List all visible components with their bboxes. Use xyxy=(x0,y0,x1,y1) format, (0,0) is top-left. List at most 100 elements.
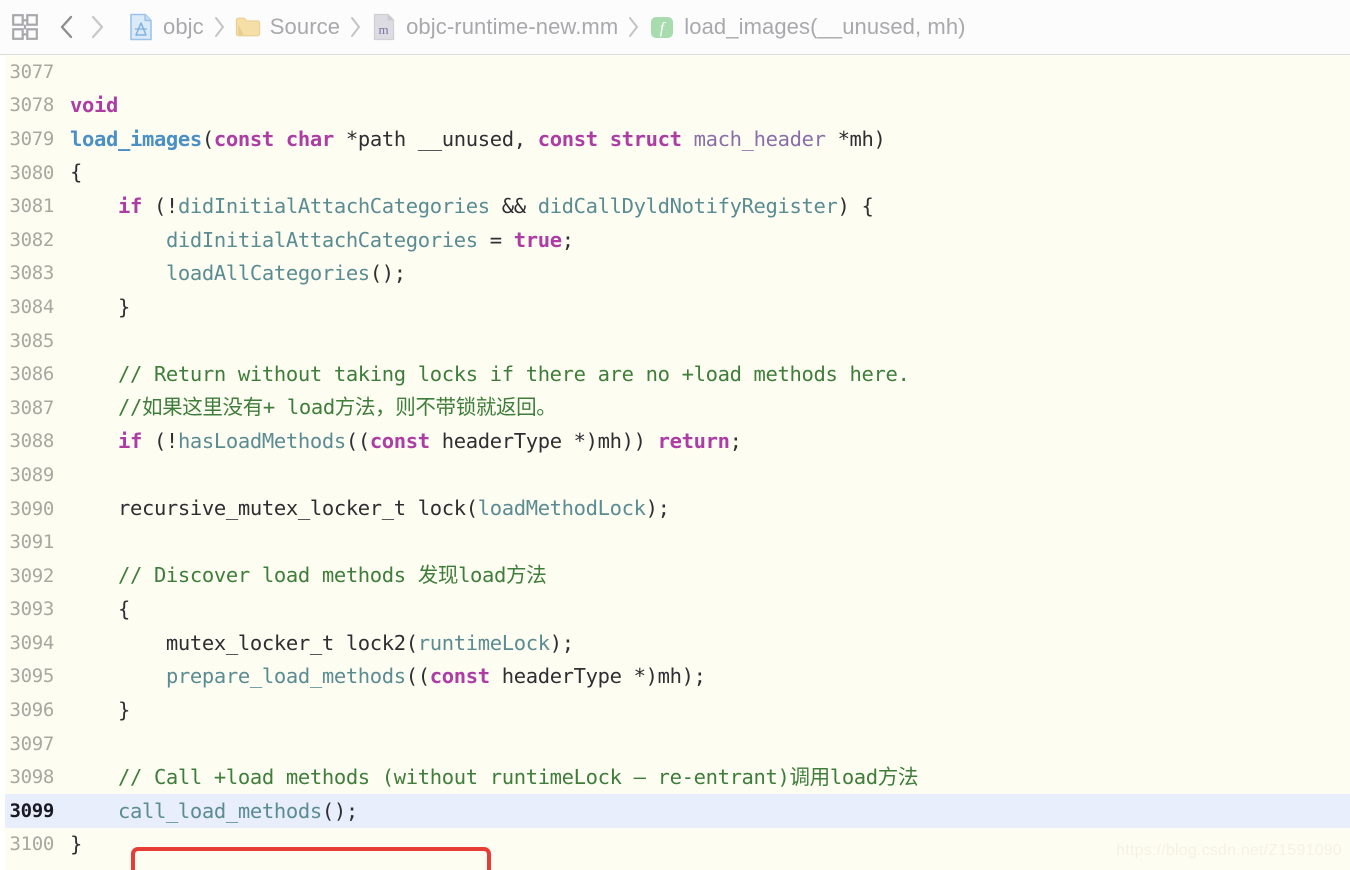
back-button[interactable] xyxy=(54,12,80,42)
code-token: call_load_methods xyxy=(117,798,322,823)
line-number: 3087 xyxy=(9,396,54,419)
code-text[interactable]: load_images(const char *path __unused, c… xyxy=(70,126,1350,151)
code-token: = xyxy=(477,227,514,252)
code-token: mutex_locker_t lock2( xyxy=(70,630,418,655)
code-token: didCallDyldNotifyRegister xyxy=(537,193,838,218)
code-row[interactable]: 3093 { xyxy=(0,593,1350,627)
line-number: 3084 xyxy=(9,295,54,318)
code-text[interactable]: prepare_load_methods((const headerType *… xyxy=(70,666,1350,687)
code-row[interactable]: 3096 } xyxy=(0,693,1350,727)
code-row[interactable]: 3088 if (!hasLoadMethods((const headerTy… xyxy=(0,425,1350,459)
code-row[interactable]: 3081 if (!didInitialAttachCategories && … xyxy=(0,189,1350,223)
code-row[interactable]: 3085 xyxy=(0,324,1350,358)
breadcrumb-item-symbol[interactable]: f load_images(__unused, mh) xyxy=(649,10,966,44)
code-row[interactable]: 3087 //如果这里没有+ load方法，则不带锁就返回。 xyxy=(0,391,1350,425)
code-text[interactable]: // Call +load methods (without runtimeLo… xyxy=(70,767,1350,788)
code-row[interactable]: 3097 xyxy=(0,727,1350,761)
code-text[interactable]: loadAllCategories(); xyxy=(70,263,1350,284)
code-row[interactable]: 3092 // Discover load methods 发现load方法 xyxy=(0,559,1350,593)
line-number: 3085 xyxy=(9,329,54,352)
code-token: hasLoadMethods xyxy=(177,429,346,454)
code-row[interactable]: 3082 didInitialAttachCategories = true; xyxy=(0,223,1350,257)
forward-button[interactable] xyxy=(84,12,110,42)
code-row[interactable]: 3098 // Call +load methods (without runt… xyxy=(0,760,1350,794)
code-text[interactable]: } xyxy=(70,700,1350,721)
code-row[interactable]: 3078 void xyxy=(0,89,1350,123)
code-token: (! xyxy=(141,193,178,218)
code-row[interactable]: 3086 // Return without taking locks if t… xyxy=(0,357,1350,391)
code-token: struct xyxy=(609,126,682,151)
xcode-project-icon xyxy=(130,13,152,41)
code-token: if xyxy=(117,193,142,218)
code-token: // Call +load methods (without runtimeLo… xyxy=(117,765,919,790)
jump-bar: objc Source m objc-runtime-new.mm f load… xyxy=(0,0,1350,55)
code-text[interactable]: didInitialAttachCategories = true; xyxy=(70,227,1350,252)
line-number: 3098 xyxy=(9,766,54,789)
breadcrumb-separator xyxy=(349,15,362,39)
code-row[interactable]: 3079 load_images(const char *path __unuse… xyxy=(0,122,1350,156)
breadcrumb-item-folder[interactable]: Source xyxy=(235,10,340,44)
code-row[interactable]: 3089 xyxy=(0,458,1350,492)
code-token: (! xyxy=(141,429,178,454)
code-token: const xyxy=(429,664,490,689)
code-token: { xyxy=(70,160,82,185)
breadcrumb-item-file[interactable]: m objc-runtime-new.mm xyxy=(371,10,618,44)
breadcrumb-label-symbol: load_images(__unused, mh) xyxy=(684,14,966,39)
code-token: didInitialAttachCategories xyxy=(165,227,478,252)
code-text[interactable]: } xyxy=(70,294,1350,319)
code-text[interactable]: recursive_mutex_locker_t lock(loadMethod… xyxy=(70,498,1350,519)
code-token: { xyxy=(70,597,130,622)
code-text[interactable]: //如果这里没有+ load方法，则不带锁就返回。 xyxy=(70,397,1350,418)
code-text[interactable]: if (!hasLoadMethods((const headerType *)… xyxy=(70,431,1350,452)
code-row[interactable]: 3094 mutex_locker_t lock2(runtimeLock); xyxy=(0,626,1350,660)
code-token: *mh) xyxy=(825,126,886,151)
code-row-current[interactable]: 3099 call_load_methods(); xyxy=(0,794,1350,828)
grid-squares-icon[interactable] xyxy=(12,14,38,40)
code-text[interactable]: { xyxy=(70,162,1350,183)
line-number: 3078 xyxy=(9,94,54,117)
code-token: headerType *)mh)) xyxy=(429,429,658,454)
objc-file-icon: m xyxy=(373,13,395,41)
code-row[interactable]: 3095 prepare_load_methods((const headerT… xyxy=(0,660,1350,694)
code-text[interactable]: if (!didInitialAttachCategories && didCa… xyxy=(70,196,1350,217)
code-text[interactable]: mutex_locker_t lock2(runtimeLock); xyxy=(70,630,1350,655)
code-token: recursive_mutex_locker_t lock( xyxy=(70,496,478,521)
breadcrumb-item-project[interactable]: objc xyxy=(128,10,204,44)
code-line-list: 3077 3078 void 3079 load_images(const char *… xyxy=(0,55,1350,861)
editor-left-strip xyxy=(0,55,5,870)
source-editor[interactable]: 3077 3078 void 3079 load_images(const char *… xyxy=(0,55,1350,870)
code-row[interactable]: 3083 loadAllCategories(); xyxy=(0,257,1350,291)
code-row[interactable]: 3077 xyxy=(0,55,1350,89)
code-text[interactable]: void xyxy=(70,95,1350,116)
code-text[interactable]: // Discover load methods 发现load方法 xyxy=(70,565,1350,586)
code-token: (); xyxy=(369,261,406,286)
code-token: // Discover load methods 发现load方法 xyxy=(117,563,547,588)
line-number: 3086 xyxy=(9,363,54,386)
code-token: const xyxy=(213,126,274,151)
line-number: 3093 xyxy=(9,598,54,621)
code-text[interactable]: // Return without taking locks if there … xyxy=(70,364,1350,385)
code-row[interactable]: 3090 recursive_mutex_locker_t lock(loadM… xyxy=(0,492,1350,526)
code-token: prepare_load_methods xyxy=(165,664,406,689)
code-token: didInitialAttachCategories xyxy=(177,193,490,218)
svg-text:m: m xyxy=(379,22,389,37)
code-text[interactable]: call_load_methods(); xyxy=(70,798,1350,823)
watermark: https://blog.csdn.net/Z1591090 xyxy=(1116,842,1342,859)
code-row[interactable]: 3091 xyxy=(0,525,1350,559)
breadcrumb-separator xyxy=(627,15,640,39)
code-text[interactable]: { xyxy=(70,599,1350,620)
breadcrumb-separator xyxy=(213,15,226,39)
code-row[interactable]: 3080 { xyxy=(0,156,1350,190)
breadcrumb-label-folder: Source xyxy=(269,14,341,39)
code-token: } xyxy=(70,294,130,319)
code-token: const xyxy=(537,126,598,151)
code-token: *path __unused, xyxy=(333,126,538,151)
code-row[interactable]: 3084 } xyxy=(0,290,1350,324)
